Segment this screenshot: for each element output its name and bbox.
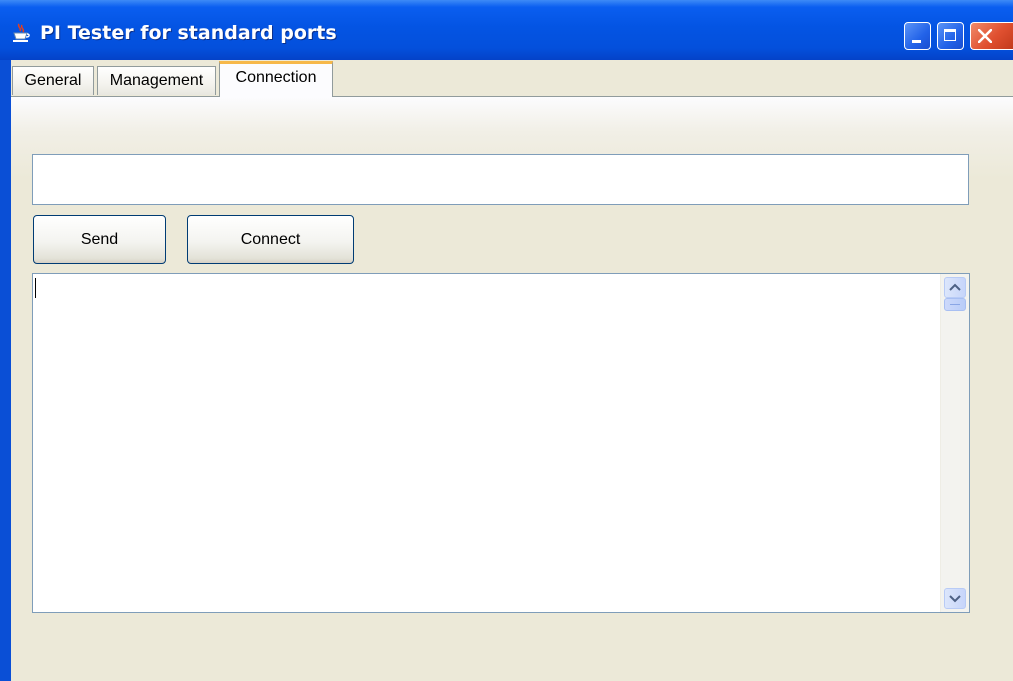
scroll-thumb[interactable]	[944, 298, 966, 311]
title-bar[interactable]: PI Tester for standard ports	[0, 0, 1013, 60]
scroll-down-button[interactable]	[944, 588, 966, 609]
maximize-button[interactable]	[937, 22, 964, 50]
text-caret	[35, 278, 36, 298]
send-button[interactable]: Send	[33, 215, 166, 264]
window-title: PI Tester for standard ports	[40, 22, 337, 44]
tab-connection[interactable]: Connection	[219, 61, 333, 97]
vertical-scrollbar[interactable]	[940, 274, 969, 612]
close-icon	[978, 29, 992, 43]
scroll-up-button[interactable]	[944, 277, 966, 298]
connection-panel: Send Connect	[11, 97, 1013, 681]
java-coffee-icon	[10, 22, 32, 44]
connect-button[interactable]: Connect	[187, 215, 354, 264]
close-button[interactable]	[970, 22, 1013, 50]
maximize-icon	[944, 29, 956, 41]
client-area: General Management Connection Send Conne…	[11, 60, 1013, 681]
chevron-up-icon	[949, 283, 961, 291]
output-textarea[interactable]	[32, 273, 970, 613]
minimize-icon	[912, 40, 921, 43]
tab-management[interactable]: Management	[97, 66, 216, 95]
minimize-button[interactable]	[904, 22, 931, 50]
tab-strip: General Management Connection	[11, 60, 1013, 97]
chevron-down-icon	[949, 595, 961, 603]
scroll-thumb-grip	[950, 304, 960, 305]
app-window: PI Tester for standard ports General Man…	[0, 0, 1013, 681]
command-input[interactable]	[32, 154, 969, 205]
tab-general[interactable]: General	[12, 66, 94, 95]
